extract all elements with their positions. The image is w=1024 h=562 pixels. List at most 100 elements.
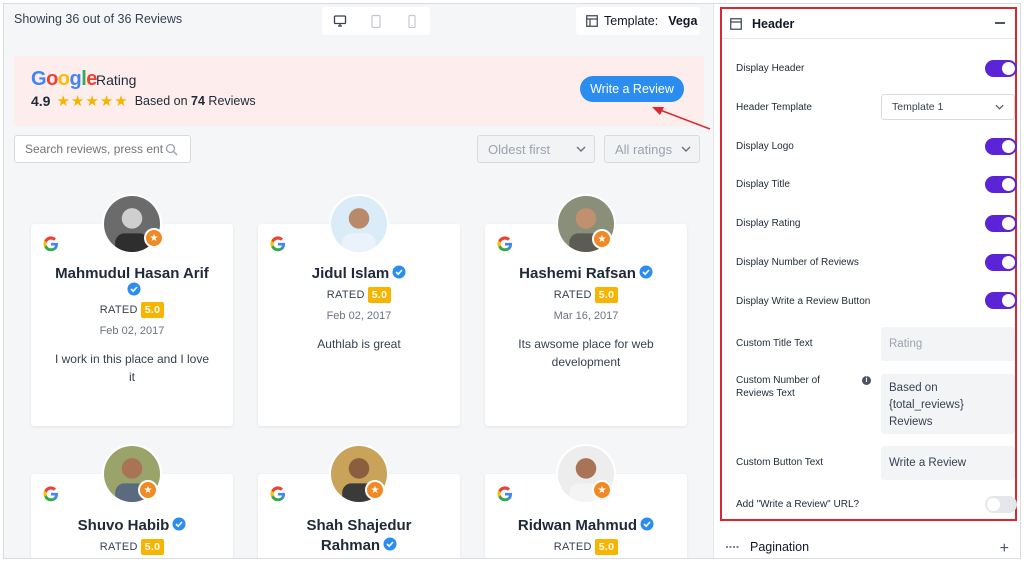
display-rating-label: Display Rating — [736, 218, 801, 229]
custom-button-input[interactable]: Write a Review — [881, 446, 1015, 480]
header-template-select[interactable]: Template 1 — [881, 94, 1015, 120]
rated-label: RATED 5.0 — [485, 287, 687, 303]
star-badge-icon: ★ — [592, 480, 612, 500]
layout-icon — [586, 15, 598, 27]
sort-value: Oldest first — [488, 141, 551, 157]
header-template-value: Template 1 — [892, 101, 944, 113]
display-number-toggle[interactable] — [985, 254, 1017, 271]
app-frame: Showing 36 out of 36 Reviews Template: V… — [3, 3, 1021, 559]
verified-icon — [127, 282, 140, 296]
pagination-icon — [726, 546, 740, 548]
reviewer-name: Ridwan Mahmud — [485, 516, 687, 536]
add-url-toggle[interactable] — [985, 496, 1017, 513]
reviewer-name: Shah Shajedur Rahman — [306, 517, 412, 554]
header-settings-section: Header Display Header Header Template Te… — [720, 7, 1017, 521]
custom-number-textarea[interactable]: Based on {total_reviews} Reviews — [881, 374, 1015, 434]
pagination-title: Pagination — [750, 540, 810, 554]
review-card: Jidul Islam RATED 5.0 Feb 02, 2017 Authla… — [258, 194, 460, 426]
chevron-down-icon — [995, 104, 1004, 110]
section-title: Header — [752, 16, 795, 31]
add-url-label: Add "Write a Review" URL? — [736, 499, 860, 510]
rated-label: RATED 5.0 — [258, 287, 460, 303]
custom-button-label: Custom Button Text — [736, 457, 824, 468]
review-count-text: Showing 36 out of 36 Reviews — [14, 12, 183, 26]
template-label: Template: — [604, 14, 659, 28]
review-date: Feb 02, 2017 — [326, 310, 392, 322]
chevron-down-icon — [576, 146, 586, 152]
custom-title-label: Custom Title Text — [736, 338, 813, 349]
star-badge-icon: ★ — [138, 480, 158, 500]
review-card: ★ Ridwan Mahmud RATED 5.0 — [485, 444, 687, 558]
review-text: I work in this place and I love it — [54, 352, 210, 384]
template-value: Vega — [668, 14, 698, 28]
star-badge-icon: ★ — [365, 480, 385, 500]
google-g-icon — [270, 236, 285, 252]
score-badge: 5.0 — [367, 287, 392, 303]
avatar — [329, 194, 389, 254]
reviewer-name: Shuvo Habib — [31, 516, 233, 536]
review-preview: Showing 36 out of 36 Reviews Template: V… — [4, 4, 712, 558]
search-input[interactable] — [25, 142, 165, 156]
desktop-view-icon[interactable] — [330, 11, 350, 31]
settings-panel: Header Display Header Header Template Te… — [713, 4, 1020, 558]
review-header-banner: Google Rating 4.9 ★★★★★ Based on 74 Revi… — [14, 56, 704, 126]
display-title-toggle[interactable] — [985, 176, 1017, 193]
mobile-view-icon[interactable] — [402, 11, 422, 31]
display-header-toggle[interactable] — [985, 60, 1017, 77]
header-template-label: Header Template — [736, 102, 812, 113]
search-box — [14, 135, 191, 163]
score-badge: 5.0 — [594, 539, 619, 555]
display-rating-toggle[interactable] — [985, 215, 1017, 232]
rated-label: RATED 5.0 — [485, 539, 687, 555]
review-text: Its awsome place for web development — [518, 337, 654, 369]
google-logo: Google — [31, 68, 97, 90]
verified-icon — [639, 265, 653, 279]
star-badge-icon: ★ — [144, 228, 164, 248]
info-icon[interactable]: i — [862, 376, 871, 385]
rating-filter-dropdown[interactable]: All ratings — [604, 135, 700, 163]
reviewer-name: Jidul Islam — [258, 264, 460, 284]
display-header-label: Display Header — [736, 63, 805, 74]
display-logo-toggle[interactable] — [985, 138, 1017, 155]
reviewer-name: Hashemi Rafsan — [485, 264, 687, 284]
pagination-section-toggle[interactable]: Pagination + — [714, 534, 1020, 558]
collapse-icon[interactable] — [995, 22, 1005, 24]
google-g-icon — [497, 486, 512, 502]
average-rating: 4.9 — [31, 93, 51, 109]
review-date: Mar 16, 2017 — [553, 310, 619, 322]
verified-icon — [383, 537, 397, 551]
review-date: Feb 02, 2017 — [99, 325, 165, 337]
based-on-text: Based on 74 Reviews — [134, 94, 256, 108]
score-badge: 5.0 — [140, 539, 165, 555]
tablet-view-icon[interactable] — [366, 11, 386, 31]
rated-label: RATED 5.0 — [31, 302, 233, 318]
review-card: ★ Mahmudul Hasan Arif RATED 5.0 Feb 02, 2… — [31, 194, 233, 426]
display-write-toggle[interactable] — [985, 292, 1017, 309]
display-write-label: Display Write a Review Button — [736, 296, 871, 307]
header-section-toggle[interactable]: Header — [722, 9, 1015, 39]
template-selector[interactable]: Template: Vega — [576, 7, 700, 35]
search-icon[interactable] — [165, 143, 178, 156]
verified-icon — [640, 517, 654, 531]
custom-number-label: Custom Number of Reviews Text — [736, 375, 820, 399]
google-g-icon — [497, 236, 512, 252]
sort-dropdown[interactable]: Oldest first — [477, 135, 595, 163]
review-card: ★ Hashemi Rafsan RATED 5.0 Mar 16, 2017 I… — [485, 194, 687, 426]
custom-title-input[interactable]: Rating — [881, 327, 1015, 361]
google-g-icon — [43, 486, 58, 502]
verified-icon — [172, 517, 186, 531]
display-logo-label: Display Logo — [736, 141, 794, 152]
chevron-down-icon — [681, 146, 691, 152]
layout-icon — [730, 17, 742, 30]
score-badge: 5.0 — [140, 302, 165, 318]
expand-icon[interactable]: + — [1000, 540, 1009, 558]
write-review-button[interactable]: Write a Review — [580, 76, 684, 102]
verified-icon-wrap — [31, 282, 233, 300]
star-badge-icon: ★ — [592, 229, 612, 249]
reviewer-name: Mahmudul Hasan Arif — [55, 265, 209, 282]
device-switcher — [322, 7, 430, 35]
rated-label: RATED 5.0 — [31, 539, 233, 555]
star-rating-icon: ★★★★★ — [56, 93, 129, 110]
verified-icon — [392, 265, 406, 279]
review-card: ★ Shah Shajedur Rahman — [258, 444, 460, 558]
